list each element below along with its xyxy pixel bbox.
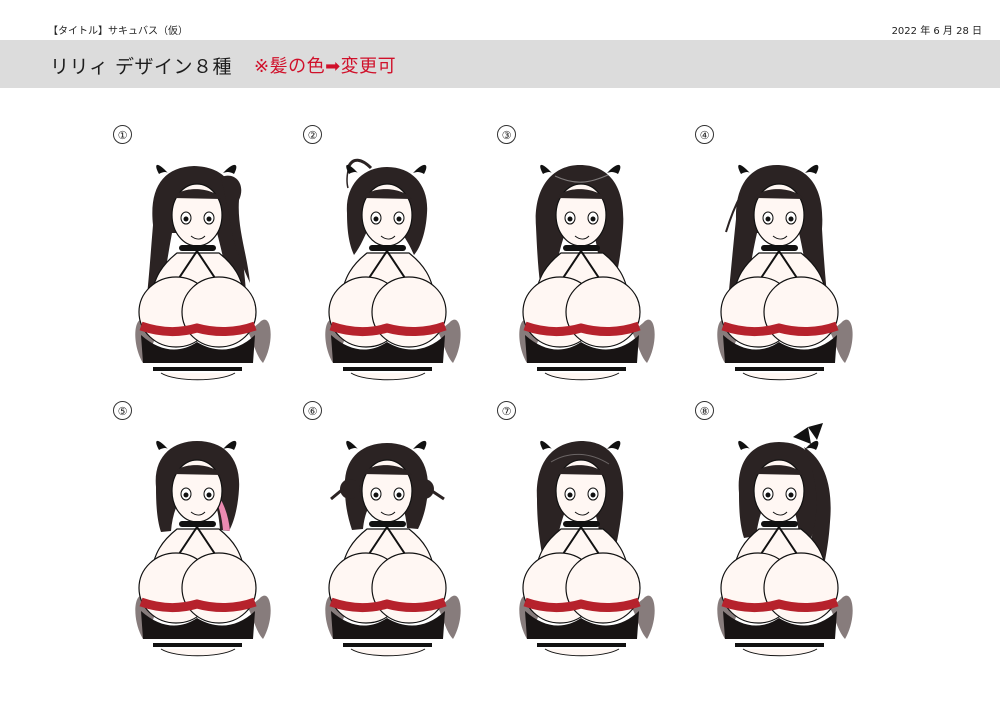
right-horn-icon [413,164,427,174]
document-date: 2022 年 6 月 28 日 [891,26,982,37]
red-lace-trim [721,597,839,612]
design-illustration [133,419,275,659]
design-number: ⑦ [497,401,516,420]
right-horn-icon [607,440,621,450]
design-number: ④ [695,125,714,144]
character-illustration [135,164,271,381]
left-horn-icon [540,164,552,174]
design-number: ⑥ [303,401,322,420]
red-lace-trim [329,321,447,336]
design-illustration [715,419,857,659]
left-horn-icon [738,164,750,174]
design-card-8: ⑧ [695,401,853,661]
design-number: ③ [497,125,516,144]
character-illustration [519,164,655,381]
red-lace-trim [523,597,641,612]
character-illustration [135,440,271,657]
design-card-1: ① [113,125,271,385]
design-card-5: ⑤ [113,401,271,661]
design-card-6: ⑥ [303,401,461,661]
left-horn-icon [156,164,168,174]
red-lace-trim [721,321,839,336]
red-lace-trim [329,597,447,612]
left-horn-icon [156,440,168,450]
character-illustration [717,423,853,657]
right-horn-icon [223,164,237,174]
hair-bow-icon [793,423,823,444]
header-meta: 【タイトル】サキュバス（仮） 2022 年 6 月 28 日 [0,22,1000,38]
character-illustration [325,158,461,381]
character-illustration [519,440,655,657]
design-card-7: ⑦ [497,401,655,661]
design-number: ② [303,125,322,144]
character-illustration [325,440,461,657]
design-illustration [323,419,465,659]
left-horn-icon [540,440,552,450]
title-bar: リリィ デザイン８種 ※髪の色➡変更可 [0,40,1000,88]
design-number: ⑧ [695,401,714,420]
right-horn-icon [607,164,621,174]
design-card-4: ④ [695,125,853,385]
red-lace-trim [139,321,257,336]
design-number: ① [113,125,132,144]
hair-color-note: ※髪の色➡変更可 [254,56,397,77]
design-illustration [133,143,275,383]
page-title: リリィ デザイン８種 [50,56,233,78]
design-number: ⑤ [113,401,132,420]
character-illustration [717,164,853,381]
document-title-label: 【タイトル】サキュバス（仮） [48,26,188,37]
red-lace-trim [139,597,257,612]
design-illustration [517,143,659,383]
red-lace-trim [523,321,641,336]
design-illustration [517,419,659,659]
left-horn-icon [346,440,358,450]
right-horn-icon [223,440,237,450]
design-illustration [323,143,465,383]
design-card-2: ② [303,125,461,385]
right-horn-icon [805,164,819,174]
left-horn-icon [738,440,750,450]
design-card-3: ③ [497,125,655,385]
right-horn-icon [413,440,427,450]
design-illustration [715,143,857,383]
